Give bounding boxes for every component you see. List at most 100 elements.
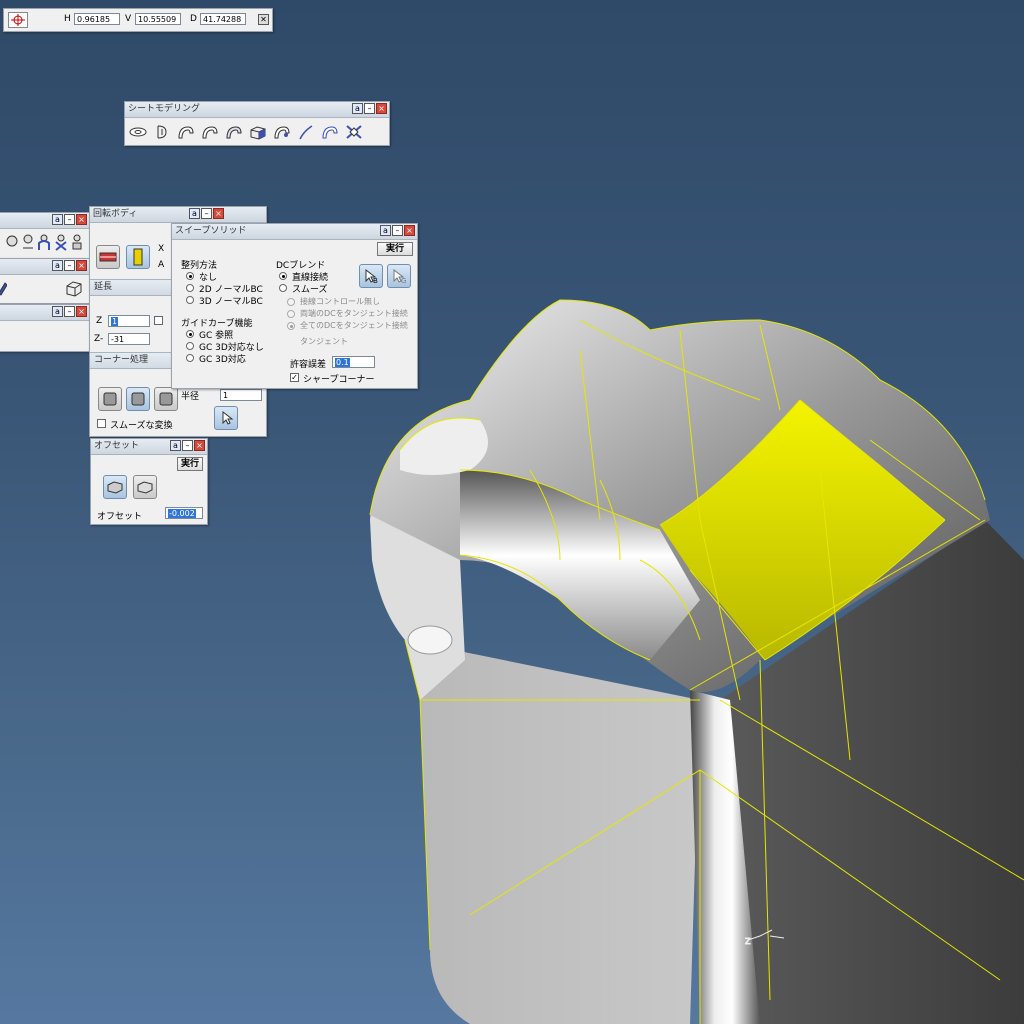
minimize-icon[interactable]: – (64, 306, 75, 317)
radius-field[interactable]: 1 (220, 389, 262, 401)
close-icon[interactable]: × (76, 260, 87, 271)
tangent-all-label: 全てのDCをタンジェント接続 (300, 321, 408, 330)
minimize-icon[interactable]: – (182, 440, 193, 451)
pen-icon[interactable] (0, 279, 7, 297)
sweep-sheet-icon[interactable] (176, 123, 196, 141)
close-icon[interactable]: × (76, 214, 87, 225)
zminus-field[interactable]: -31 (108, 333, 150, 345)
minimize-icon[interactable]: – (64, 214, 75, 225)
close-icon[interactable]: × (404, 225, 415, 236)
pin-icon[interactable]: a (380, 225, 391, 236)
close-icon[interactable]: ✕ (258, 14, 269, 25)
tangent-none-radio[interactable] (287, 298, 295, 306)
corner-type-3-button[interactable] (154, 387, 178, 411)
offset-field[interactable]: -0.002 (165, 507, 203, 519)
x-label: X (158, 244, 165, 254)
offset-sheet-button[interactable] (133, 475, 157, 499)
loft-sheet-icon[interactable] (152, 123, 172, 141)
sphere-cut-icon[interactable] (54, 233, 67, 251)
corner-pick-button[interactable] (214, 406, 238, 430)
svg-text:G: G (401, 277, 406, 285)
a-label: A (158, 260, 165, 270)
z-field[interactable]: 1 (108, 315, 150, 327)
close-icon[interactable]: × (194, 440, 205, 451)
sphere-minus-icon[interactable] (21, 233, 34, 251)
disc-sheet-icon[interactable] (128, 123, 148, 141)
minimize-icon[interactable]: – (201, 208, 212, 219)
offset-execute-button[interactable]: 実行 (177, 457, 203, 471)
d-field[interactable]: 41.74288 (200, 13, 246, 25)
minimize-icon[interactable]: – (64, 260, 75, 271)
dc-pick-g-button[interactable]: G (387, 264, 411, 288)
offset-title: オフセット a – × (91, 439, 207, 455)
guide-3d-label: GC 3D対応 (199, 355, 246, 365)
close-icon[interactable]: × (76, 306, 87, 317)
pin-icon[interactable]: a (170, 440, 181, 451)
sweep-execute-button[interactable]: 実行 (377, 242, 413, 256)
v-field[interactable]: 10.55509 (135, 13, 181, 25)
z-label: Z (96, 316, 103, 326)
cursor-icon (222, 410, 234, 425)
pin-icon[interactable]: a (352, 103, 363, 114)
dc-pick-b-button[interactable]: B (359, 264, 383, 288)
corner-type-1-button[interactable] (98, 387, 122, 411)
guide-ref-radio[interactable] (186, 330, 194, 338)
pin-icon[interactable]: a (52, 260, 63, 271)
radius-label: 半径 (181, 392, 200, 402)
cross-blend-icon[interactable] (344, 123, 364, 141)
tangent-label: タンジェント (300, 337, 348, 346)
smooth-checkbox[interactable] (97, 419, 106, 428)
crosshair-icon[interactable] (8, 12, 28, 28)
d-label: D (190, 14, 197, 24)
left-toolbar-3: a – × (0, 304, 90, 352)
sphere-box-icon[interactable] (70, 233, 83, 251)
sharp-corner-label: シャープコーナー (303, 375, 375, 385)
tangent-none-label: 接線コントロール無し (300, 297, 380, 306)
minimize-icon[interactable]: – (392, 225, 403, 236)
revolve-flat-button[interactable] (96, 245, 120, 269)
pin-icon[interactable]: a (52, 306, 63, 317)
offset-solid-button[interactable] (103, 475, 127, 499)
align-none-radio[interactable] (186, 272, 194, 280)
close-icon[interactable]: × (213, 208, 224, 219)
minimize-icon[interactable]: – (364, 103, 375, 114)
guide-no3d-radio[interactable] (186, 342, 194, 350)
left-toolbar-2: a – × (0, 258, 90, 304)
toolbar-title: シートモデリング a – × (125, 102, 389, 118)
guide-3d-radio[interactable] (186, 354, 194, 362)
sweep-sheet-3-icon[interactable] (224, 123, 244, 141)
sphere-intersect-icon[interactable] (37, 233, 51, 251)
pin-icon[interactable]: a (52, 214, 63, 225)
coordinate-bar: H 0.96185 V 10.55509 D 41.74288 ✕ (3, 8, 273, 32)
tangent-ends-label: 両端のDCをタンジェント接続 (300, 309, 408, 318)
zminus-label: Z- (94, 334, 104, 344)
corner-type-2-button[interactable] (126, 387, 150, 411)
sweep-solid-title: スイープソリッド a – × (172, 224, 417, 240)
sphere-icon[interactable] (5, 233, 18, 251)
box-extrude-icon[interactable] (63, 278, 83, 298)
tangent-ends-radio[interactable] (287, 310, 295, 318)
offset-panel: オフセット a – × 実行 オフセット -0.002 (90, 438, 208, 525)
left-face (405, 640, 700, 1024)
pin-icon[interactable]: a (189, 208, 200, 219)
align-2d-radio[interactable] (186, 284, 194, 292)
curve-path-icon[interactable] (296, 123, 316, 141)
revolve-sheet-icon[interactable] (272, 123, 292, 141)
close-icon[interactable]: × (376, 103, 387, 114)
align-3d-radio[interactable] (186, 296, 194, 304)
blend-sheet-icon[interactable] (320, 123, 340, 141)
sweep-sheet-2-icon[interactable] (200, 123, 220, 141)
box-solid-icon[interactable] (248, 123, 268, 141)
svg-text:Z: Z (745, 937, 751, 946)
tangent-all-radio[interactable] (287, 322, 295, 330)
dc-straight-radio[interactable] (279, 272, 287, 280)
dc-smooth-radio[interactable] (279, 284, 287, 292)
tolerance-field[interactable]: 0.1 (332, 356, 375, 368)
sweep-solid-panel: スイープソリッド a – × 実行 整列方法 なし 2D ノーマルBC 3D ノ… (171, 223, 418, 389)
extend-checkbox[interactable] (154, 316, 163, 325)
sharp-corner-checkbox[interactable]: ✓ (290, 373, 299, 382)
dc-smooth-label: スムーズ (292, 285, 328, 295)
h-field[interactable]: 0.96185 (74, 13, 120, 25)
sheet-modeling-toolbar: シートモデリング a – × (124, 101, 390, 146)
revolve-cylinder-button[interactable] (126, 245, 150, 269)
